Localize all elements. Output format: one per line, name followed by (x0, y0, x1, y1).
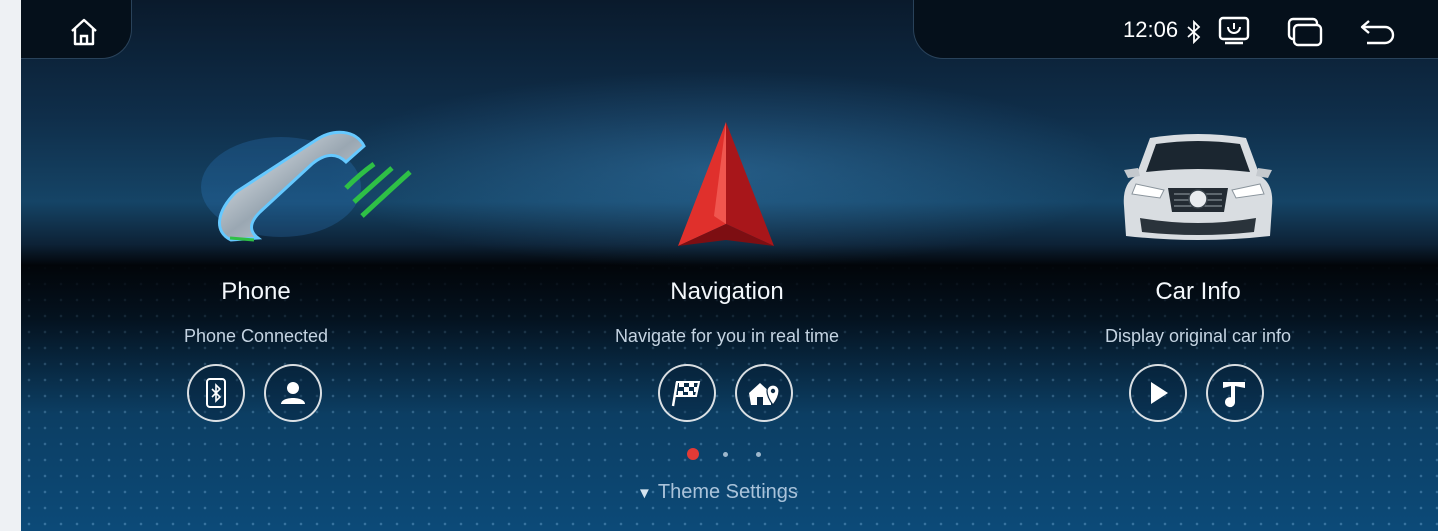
home-location-icon (749, 383, 780, 407)
music-note-icon (1223, 382, 1245, 408)
phone-app[interactable]: Phone Phone Connected (76, 0, 436, 440)
checkered-flag-icon (671, 381, 701, 407)
car-info-title: Car Info (1155, 278, 1241, 305)
car-info-app[interactable]: Car Info Display original car info (1018, 0, 1378, 440)
car-info-subtitle: Display original car info (1104, 326, 1292, 346)
navigation-title: Navigation (670, 278, 784, 305)
contacts-icon (281, 382, 305, 404)
theme-settings-label: Theme Settings (657, 481, 798, 503)
triangle-down-icon: ▼ (637, 485, 652, 502)
play-icon (1151, 382, 1168, 404)
navigation-arrow-icon[interactable] (674, 120, 778, 250)
phone-handset-icon[interactable] (196, 122, 416, 252)
page-indicator[interactable] (681, 448, 771, 462)
music-button[interactable] (1206, 364, 1264, 422)
page-dot[interactable] (723, 452, 728, 457)
contacts-button[interactable] (264, 364, 322, 422)
car-front-icon[interactable] (1120, 132, 1276, 246)
play-button[interactable] (1129, 364, 1187, 422)
navigation-subtitle: Navigate for you in real time (614, 326, 840, 346)
page-dot[interactable] (756, 452, 761, 457)
destination-button[interactable] (658, 364, 716, 422)
navigation-app[interactable]: Navigation Navigate for you in real time (547, 0, 907, 440)
page-dot-active[interactable] (687, 448, 699, 460)
navigate-home-button[interactable] (735, 364, 793, 422)
phone-title: Phone (221, 278, 291, 305)
theme-settings-button[interactable]: ▼ Theme Settings (637, 481, 798, 504)
phone-bluetooth-icon (206, 378, 226, 408)
launcher-screen: 12:06 Phone Phone Connected Navigation N… (21, 0, 1438, 531)
phone-subtitle: Phone Connected (183, 326, 329, 346)
phone-bluetooth-button[interactable] (187, 364, 245, 422)
